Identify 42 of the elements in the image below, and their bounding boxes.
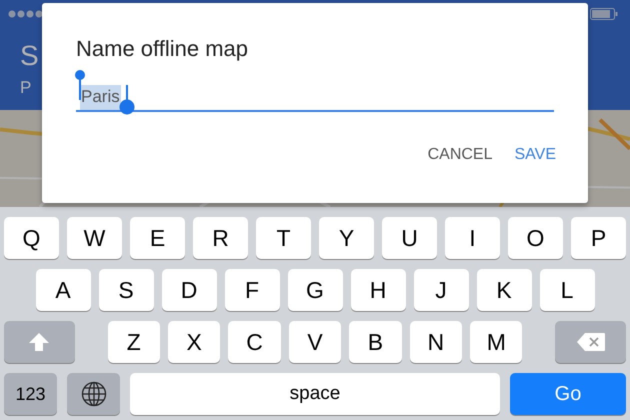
letter-key[interactable]: Q bbox=[4, 217, 59, 259]
numbers-key[interactable]: 123 bbox=[4, 373, 57, 415]
letter-key[interactable]: F bbox=[224, 269, 280, 311]
letter-key[interactable]: N bbox=[410, 321, 462, 363]
globe-key[interactable] bbox=[67, 373, 120, 415]
name-field[interactable]: Paris bbox=[76, 70, 554, 120]
letter-key[interactable]: K bbox=[476, 269, 532, 311]
globe-icon bbox=[80, 381, 106, 407]
letter-key[interactable]: S bbox=[98, 269, 154, 311]
letter-key[interactable]: T bbox=[256, 217, 311, 259]
cancel-button[interactable]: CANCEL bbox=[428, 142, 492, 168]
letter-key[interactable]: P bbox=[571, 217, 626, 259]
letter-key[interactable]: J bbox=[414, 269, 468, 311]
backspace-icon bbox=[576, 332, 606, 352]
letter-key[interactable]: Z bbox=[108, 321, 160, 363]
shift-arrow-icon bbox=[28, 332, 50, 352]
letter-key[interactable]: Y bbox=[319, 217, 374, 259]
letter-key[interactable]: W bbox=[67, 217, 122, 259]
selection-handle-icon[interactable] bbox=[119, 85, 135, 115]
letter-key[interactable]: U bbox=[382, 217, 437, 259]
letter-key[interactable]: R bbox=[193, 217, 248, 259]
header-title: S bbox=[20, 40, 39, 72]
letter-key[interactable]: V bbox=[288, 321, 342, 363]
go-key[interactable]: Go bbox=[510, 373, 626, 415]
letter-key[interactable]: X bbox=[168, 321, 220, 363]
field-value: Paris bbox=[80, 85, 121, 110]
letter-key[interactable]: A bbox=[36, 269, 90, 311]
dialog-title: Name offline map bbox=[76, 36, 248, 62]
letter-key[interactable]: L bbox=[540, 269, 594, 311]
letter-key[interactable]: H bbox=[350, 269, 406, 311]
letter-key[interactable]: D bbox=[162, 269, 216, 311]
letter-key[interactable]: O bbox=[508, 217, 563, 259]
letter-key[interactable]: I bbox=[445, 217, 500, 259]
battery-icon bbox=[590, 8, 618, 20]
header-subtitle: P bbox=[20, 78, 32, 98]
save-button[interactable]: SAVE bbox=[514, 142, 556, 168]
letter-key[interactable]: C bbox=[228, 321, 281, 363]
letter-key[interactable]: M bbox=[470, 321, 522, 363]
space-key[interactable]: space bbox=[130, 373, 500, 415]
letter-key[interactable]: G bbox=[288, 269, 342, 311]
letter-key[interactable]: B bbox=[349, 321, 402, 363]
letter-key[interactable]: E bbox=[130, 217, 185, 259]
